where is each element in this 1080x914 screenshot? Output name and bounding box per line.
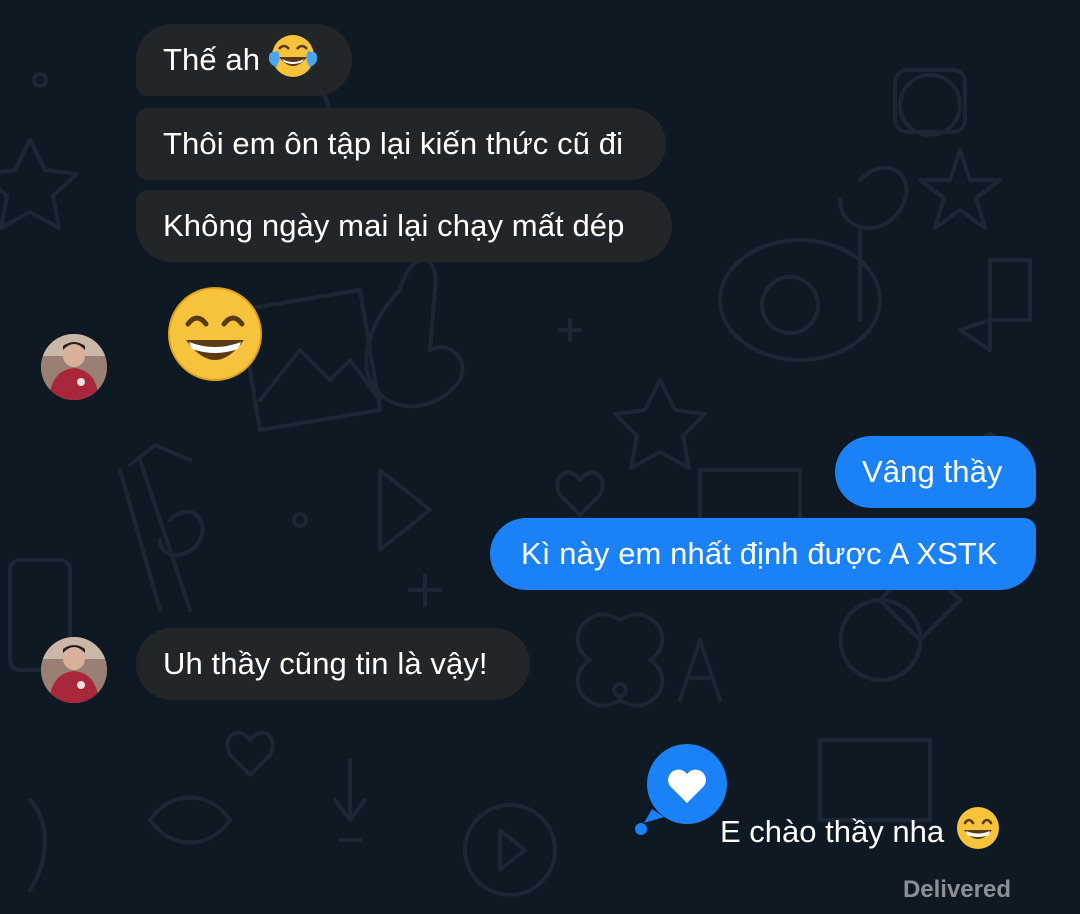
message-text: Uh thầy cũng tin là vậy! <box>163 646 488 681</box>
message-text: Vâng thầy <box>862 454 1003 489</box>
grinning-face-icon <box>954 805 1002 859</box>
contact-avatar[interactable] <box>41 637 107 703</box>
heart-speech-bubble-icon[interactable] <box>632 737 734 842</box>
outgoing-message-3[interactable]: E chào thầy nha <box>720 806 1002 858</box>
outgoing-message-1[interactable]: Vâng thầy <box>835 436 1036 508</box>
incoming-message-1[interactable]: Thế ah <box>136 24 352 96</box>
grinning-face-icon[interactable] <box>166 286 264 387</box>
message-text: E chào thầy nha <box>720 814 945 849</box>
message-text: Thôi em ôn tập lại kiến thức cũ đi <box>163 126 624 161</box>
incoming-message-4[interactable]: Uh thầy cũng tin là vậy! <box>136 628 530 700</box>
face-with-tears-of-joy-icon <box>268 33 318 87</box>
incoming-message-2[interactable]: Thôi em ôn tập lại kiến thức cũ đi <box>136 108 666 180</box>
incoming-message-3[interactable]: Không ngày mai lại chạy mất dép <box>136 190 672 262</box>
contact-avatar[interactable] <box>41 334 107 400</box>
message-text: Thế ah <box>163 42 261 77</box>
message-text: Không ngày mai lại chạy mất dép <box>163 208 625 243</box>
outgoing-message-2[interactable]: Kì này em nhất định được A XSTK <box>490 518 1036 590</box>
delivery-status: Delivered <box>902 876 1011 903</box>
message-text: Kì này em nhất định được A XSTK <box>521 536 998 571</box>
